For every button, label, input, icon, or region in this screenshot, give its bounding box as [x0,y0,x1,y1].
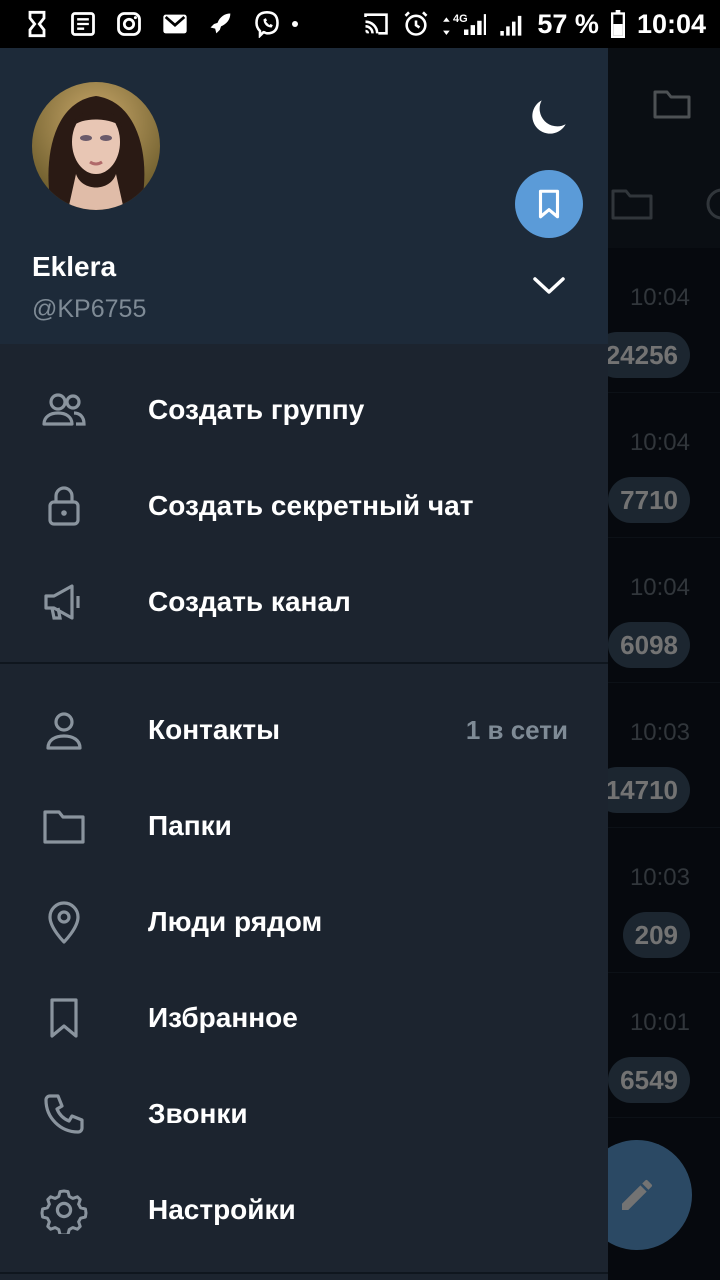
folder-icon [38,800,90,852]
gmail-icon [160,9,190,39]
menu-item-label: Избранное [148,1002,298,1033]
menu-item-label: Создать секретный чат [148,490,474,521]
status-bar: 4G 57 % 10:04 [0,0,720,48]
alarm-icon [401,9,431,39]
menu-divider [0,662,608,664]
bookmark-icon [538,189,560,219]
lock-icon [38,480,90,532]
chevron-down-icon[interactable] [530,270,568,300]
menu-item-label: Люди рядом [148,906,323,937]
phone-icon [38,1088,90,1140]
svg-text:4G: 4G [453,13,468,25]
menu-item-calls[interactable]: Звонки [0,1066,608,1162]
menu-item-contacts[interactable]: Контакты 1 в сети [0,682,608,778]
avatar[interactable] [32,82,160,210]
rocket-icon [206,9,236,39]
menu-item-settings[interactable]: Настройки [0,1162,608,1258]
online-count: 1 в сети [465,714,568,745]
menu-item-label: Настройки [148,1194,296,1225]
menu-item-label: Контакты [148,714,281,745]
group-icon [38,384,90,436]
menu-item-people-nearby[interactable]: Люди рядом [0,874,608,970]
menu-item-new-channel[interactable]: Создать канал [0,554,608,650]
contact-icon [38,704,90,756]
menu-item-new-secret-chat[interactable]: Создать секретный чат [0,458,608,554]
megaphone-icon [38,576,90,628]
clock: 10:04 [636,8,706,39]
saved-messages-button[interactable] [515,170,583,238]
battery-icon [609,9,627,39]
menu-item-new-group[interactable]: Создать группу [0,362,608,458]
cast-icon [361,9,391,39]
menu-item-label: Создать группу [148,394,365,425]
signal-4g-icon: 4G [441,9,487,39]
bookmark-icon [38,992,90,1044]
user-name: Eklera [32,251,117,282]
signal-icon [497,9,527,39]
menu-item-label: Папки [148,810,232,841]
menu-item-label: Звонки [148,1098,248,1129]
menu-item-folders[interactable]: Папки [0,778,608,874]
drawer-header: Eklera @KP6755 [0,48,608,344]
menu-item-saved-messages[interactable]: Избранное [0,970,608,1066]
user-username: @KP6755 [32,295,147,323]
news-icon [68,9,98,39]
menu-item-label: Создать канал [148,586,351,617]
navigation-drawer: Eklera @KP6755 Создать группу Создать се… [0,48,608,1280]
gear-icon [38,1184,90,1236]
menu-divider [0,1272,608,1274]
viber-icon [252,9,282,39]
instagram-icon [114,9,144,39]
notification-dot [292,21,298,27]
battery-percent: 57 % [537,8,599,39]
moon-icon[interactable] [524,92,574,142]
location-pin-icon [38,896,90,948]
hourglass-icon [22,9,52,39]
